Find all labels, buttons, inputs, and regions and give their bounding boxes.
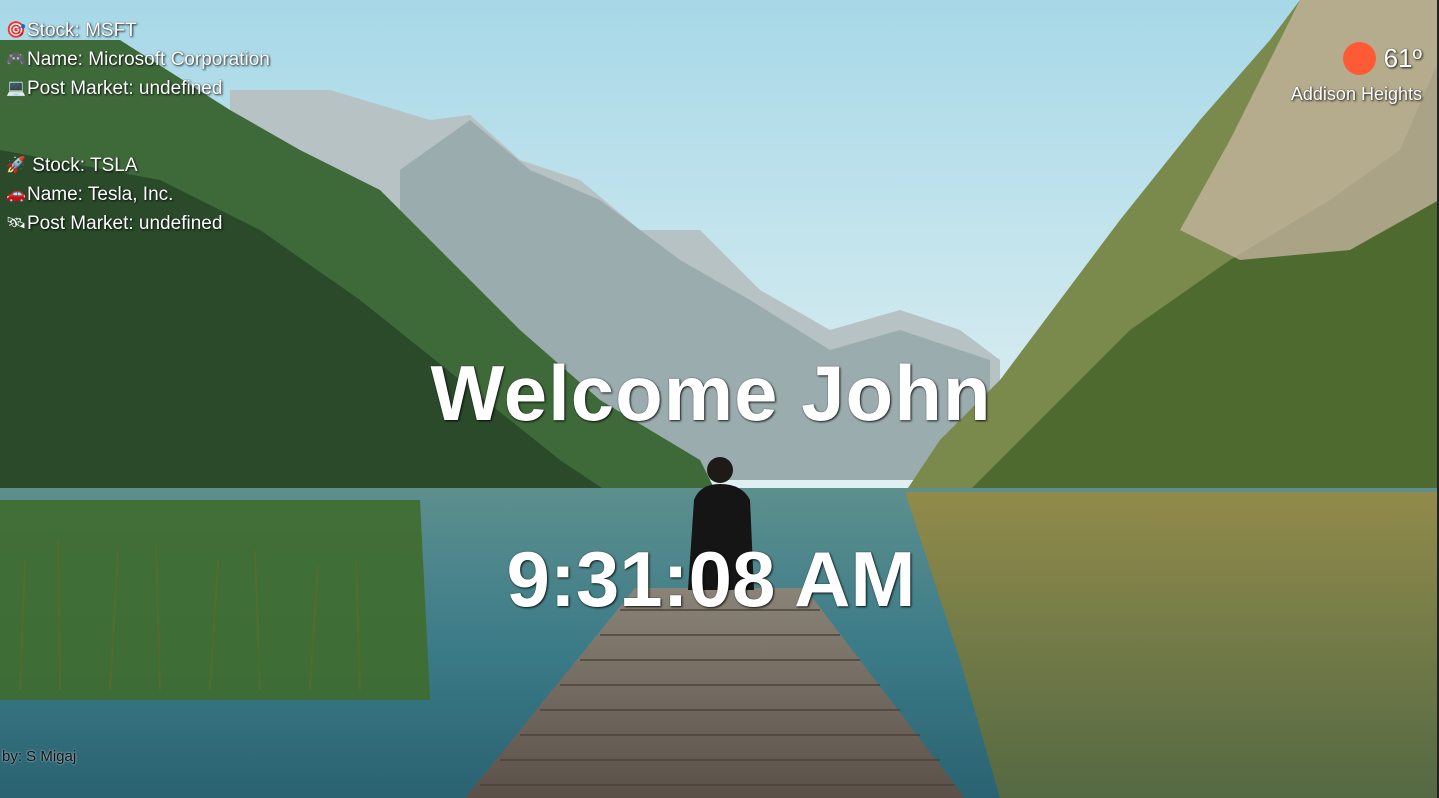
- welcome-greeting: Welcome John: [430, 349, 992, 437]
- sun-icon: [1342, 41, 1376, 75]
- stock-name-line: 🚗 Name: Tesla, Inc.: [5, 180, 270, 209]
- satellite-icon: 🛰: [5, 215, 27, 232]
- stock-symbol-text: Stock: TSLA: [27, 155, 138, 176]
- credit-text: by: S Migaj: [2, 748, 77, 765]
- gamepad-icon: 🎮: [6, 51, 26, 68]
- stock-panel: 🎯 Stock: MSFT 🎮 Name: Microsoft Corporatio…: [5, 16, 270, 286]
- car-icon: 🚗: [6, 186, 26, 203]
- weather-temperature: 61º: [1383, 42, 1422, 73]
- stock-name-text: Name: Microsoft Corporation: [27, 49, 270, 70]
- stock-symbol-line: 🚀 Stock: TSLA: [5, 151, 270, 180]
- stock-post-market-line: 🛰 Post Market: undefined: [5, 209, 270, 238]
- stock-name-text: Name: Tesla, Inc.: [27, 184, 174, 205]
- weather-location: Addison Heights: [1290, 84, 1422, 104]
- rocket-icon: 🚀: [6, 157, 26, 174]
- stock-post-market-line: 💻 Post Market: undefined: [5, 74, 270, 103]
- laptop-icon: 💻: [6, 80, 26, 97]
- stock-post-market-text: Post Market: undefined: [27, 213, 223, 234]
- stock-name-line: 🎮 Name: Microsoft Corporation: [5, 45, 270, 74]
- weather-temperature-row: 61º: [1291, 40, 1422, 76]
- stock-symbol-text: Stock: MSFT: [27, 20, 137, 41]
- weather-widget: 61º Addison Heights: [1291, 40, 1422, 105]
- dashboard-screen: 🎯 Stock: MSFT 🎮 Name: Microsoft Corporatio…: [0, 0, 1439, 798]
- target-icon: 🎯: [6, 22, 26, 39]
- clock-display: 9:31:08 AM: [506, 535, 916, 623]
- stock-card-tsla: 🚀 Stock: TSLA 🚗 Name: Tesla, Inc. 🛰 Post M…: [5, 151, 270, 238]
- stock-card-msft: 🎯 Stock: MSFT 🎮 Name: Microsoft Corporatio…: [5, 16, 270, 103]
- stock-post-market-text: Post Market: undefined: [27, 78, 223, 99]
- stock-symbol-line: 🎯 Stock: MSFT: [5, 16, 270, 45]
